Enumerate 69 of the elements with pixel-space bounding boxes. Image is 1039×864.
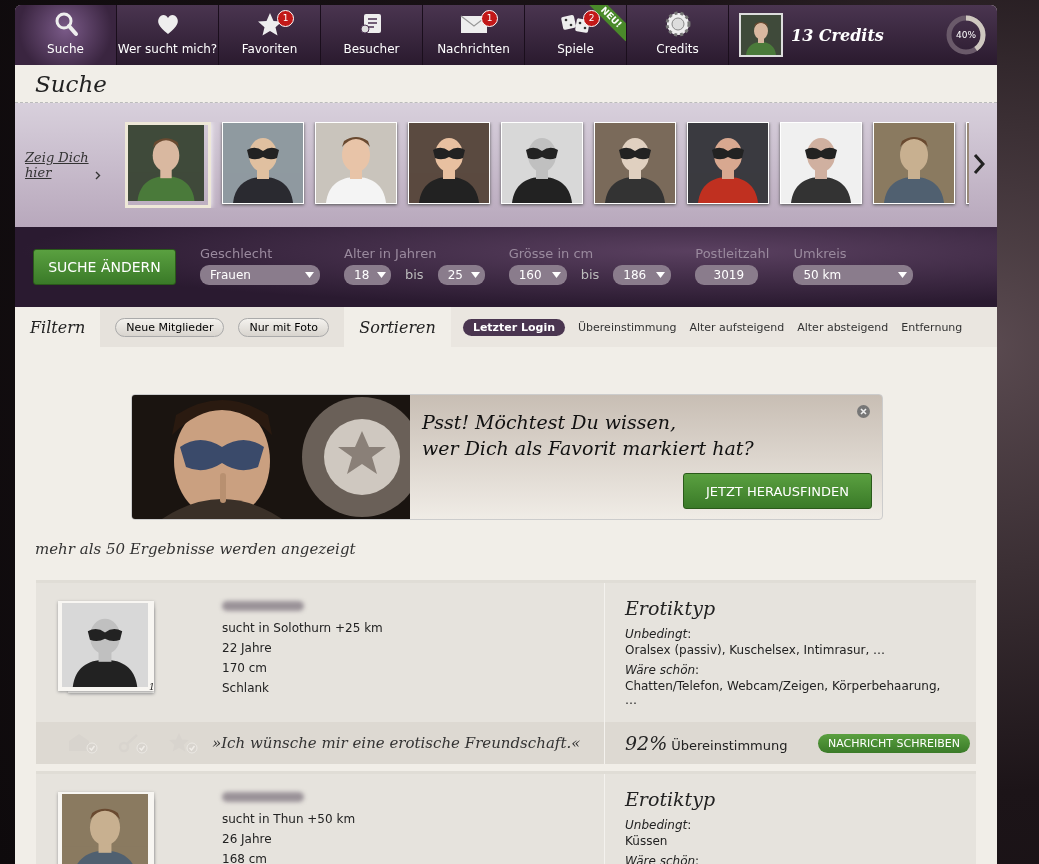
filter-toggle[interactable]: Nur mit Foto [238,317,329,337]
sort-option[interactable]: Letzter Login [462,318,566,336]
sort-option[interactable]: Übereinstimmung [578,318,677,336]
sort-label: Sortieren [344,307,451,347]
dropdown[interactable]: 18 [344,264,391,285]
sort-option[interactable]: Entfernung [901,318,963,336]
caret-icon [305,271,314,278]
nav-tab[interactable]: Credits [627,5,729,65]
count-badge: 1 [277,10,294,27]
range-separator: bis [405,267,424,282]
section-title: Erotiktyp [625,788,717,810]
field-label: Geschlecht [200,245,274,261]
count-badge: 1 [481,10,498,27]
match-percentage: 92% [625,732,668,754]
caret-icon [898,271,908,278]
caret-icon [551,271,561,278]
profile-quote: »Ich wünsche mir eine erotische Freundschaft.« [212,722,605,764]
nav-tab[interactable]: Wer sucht mich? [117,5,219,65]
dropdown[interactable]: 186 [613,264,672,285]
category-label: Unbedingt: [625,818,693,832]
avatar[interactable] [739,13,783,57]
profile-detail: 168 cm [222,852,268,864]
dropdown[interactable]: 160 [508,264,567,285]
nav-tab[interactable]: Suche [15,5,117,65]
match-label: Übereinstimmung [671,736,789,753]
field-label: Umkreis [793,245,848,261]
find-out-button[interactable]: JETZT HERAUSFINDEN [683,473,872,509]
profile-detail: sucht in Solothurn +25 km [222,621,383,635]
promo-headline: Psst! Möchtest Du wissen, wer Dich als Favorit markiert hat? [420,410,755,461]
profile-detail: 170 cm [222,661,268,675]
show-yourself-link[interactable]: Zeig Dich hier [25,150,91,180]
profile-photo[interactable] [58,601,154,691]
filter-label: Filtern [15,307,101,347]
write-message-button[interactable]: NACHRICHT SCHREIBEN [817,733,970,753]
credits-count: 13 Credits [791,25,885,45]
profile-detail: sucht in Thun +50 km [222,812,356,826]
chevron-icon[interactable] [95,171,101,180]
dropdown[interactable]: 25 [437,264,485,285]
field-label: Grösse in cm [508,245,595,261]
nav-tab[interactable]: Favoriten 1 [219,5,321,65]
profile-progress-ring [945,14,987,56]
sort-option[interactable]: Alter aufsteigend [689,318,785,336]
category-label: Unbedingt: [625,627,693,641]
category-value: Chatten/Telefon, Webcam/Zeigen, Körperbehaarung, … [625,679,942,707]
category-value: Oralsex (passiv), Kuschelsex, Intimrasur, … [625,643,887,657]
range-separator: bis [580,267,600,282]
progress-label: 40% [956,29,976,41]
caret-icon [656,271,666,278]
nav-tab[interactable]: Besucher [321,5,423,65]
close-icon[interactable] [857,405,870,418]
profile-detail: 26 Jahre [222,832,273,846]
nav-tab[interactable]: Nachrichten 1 [423,5,525,65]
photo-count: 1 [149,682,155,692]
caret-icon [377,271,387,278]
profile-detail: 22 Jahre [222,641,273,655]
category-label: Wäre schön: [625,663,701,677]
category-value: Küssen [625,834,669,848]
field-label: Alter in Jahren [344,245,438,261]
change-search-button[interactable]: SUCHE ÄNDERN [33,249,176,285]
section-title: Erotiktyp [625,597,717,619]
field-label: Postleitzahl [695,245,770,261]
dropdown[interactable]: 50 km [793,264,914,285]
caret-icon [470,271,480,278]
dropdown[interactable]: Frauen [200,264,320,285]
results-summary: mehr als 50 Ergebnisse werden angezeigt [35,540,357,558]
profile-detail: Schlank [222,681,271,695]
postcode-field[interactable]: 3019 [695,264,759,285]
filter-toggle[interactable]: Neue Mitglieder [115,317,225,337]
sort-option[interactable]: Alter absteigend [797,318,889,336]
